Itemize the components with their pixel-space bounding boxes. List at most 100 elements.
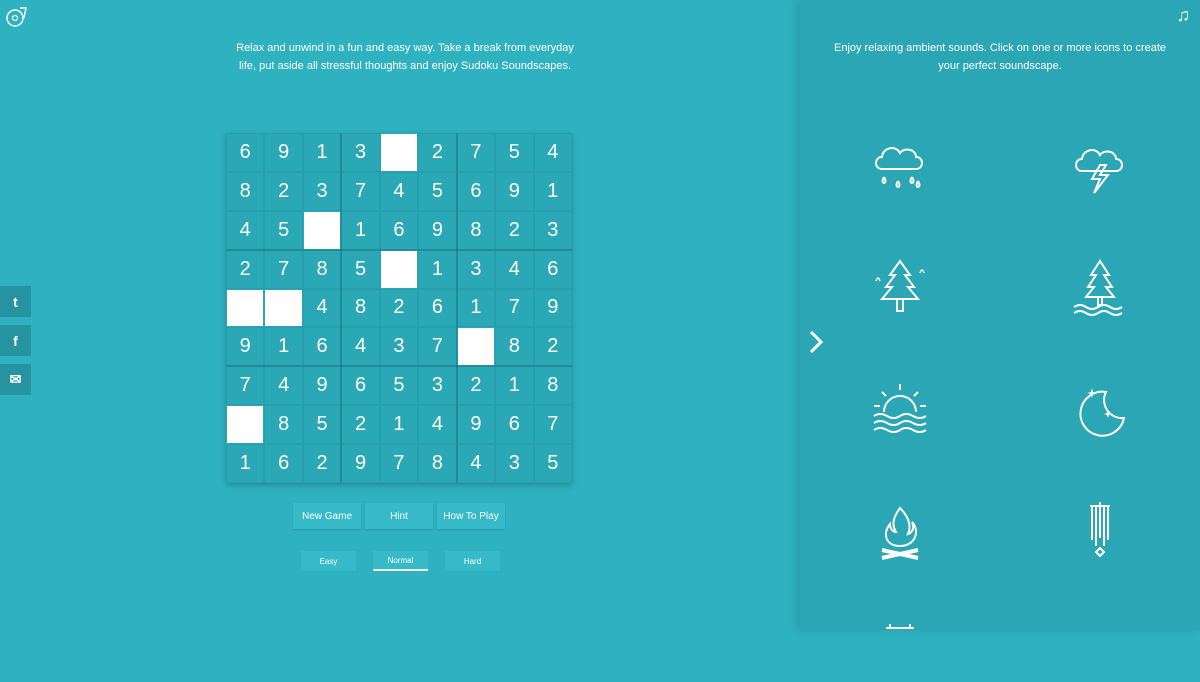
sudoku-cell[interactable]: 4 [264, 366, 303, 406]
sudoku-cell-empty[interactable] [380, 250, 418, 288]
sudoku-cell[interactable]: 4 [418, 405, 457, 445]
sudoku-cell[interactable]: 8 [533, 366, 572, 406]
sudoku-cell[interactable]: 9 [418, 210, 457, 250]
sudoku-cell[interactable]: 4 [341, 327, 380, 367]
sudoku-cell[interactable]: 9 [495, 171, 534, 211]
sudoku-cell[interactable]: 7 [495, 288, 534, 328]
sudoku-cell[interactable]: 6 [495, 405, 534, 445]
chime-bar-icon[interactable] [868, 618, 932, 682]
sudoku-cell[interactable]: 5 [495, 133, 534, 172]
sudoku-cell-empty[interactable] [227, 406, 264, 444]
lake-forest-icon[interactable] [1068, 255, 1132, 319]
sudoku-cell-empty[interactable] [265, 289, 302, 327]
sudoku-cell[interactable]: 7 [456, 133, 496, 172]
new-game-button[interactable]: New Game [293, 503, 361, 529]
sudoku-cell[interactable]: 3 [379, 327, 419, 367]
sudoku-cell[interactable]: 9 [341, 444, 380, 483]
sudoku-cell[interactable]: 1 [341, 210, 380, 250]
sudoku-cell[interactable]: 6 [533, 249, 572, 289]
thunderstorm-icon[interactable] [1068, 135, 1132, 199]
sudoku-cell[interactable]: 8 [226, 171, 265, 211]
sudoku-cell[interactable]: 7 [226, 366, 265, 406]
sudoku-cell[interactable]: 5 [379, 366, 419, 406]
wind-chimes-icon[interactable] [1068, 500, 1132, 564]
sudoku-cell[interactable]: 8 [418, 444, 457, 483]
sudoku-cell[interactable]: 5 [341, 249, 380, 289]
hint-button[interactable]: Hint [365, 503, 433, 529]
sudoku-cell-empty[interactable] [457, 328, 495, 366]
sudoku-cell[interactable]: 8 [341, 288, 380, 328]
sudoku-cell[interactable]: 5 [533, 444, 572, 483]
rain-icon[interactable] [868, 135, 932, 199]
campfire-icon[interactable] [868, 500, 932, 564]
sudoku-cell[interactable]: 6 [302, 327, 342, 367]
level-easy-button[interactable]: Easy [301, 551, 356, 571]
sudoku-cell[interactable]: 1 [226, 444, 265, 483]
sudoku-cell[interactable]: 6 [264, 444, 303, 483]
sudoku-cell[interactable]: 4 [379, 171, 419, 211]
sudoku-cell[interactable]: 1 [418, 249, 457, 289]
sudoku-cell[interactable]: 1 [379, 405, 419, 445]
sudoku-cell[interactable]: 6 [456, 171, 496, 211]
sudoku-cell[interactable]: 1 [456, 288, 496, 328]
sudoku-cell[interactable]: 2 [456, 366, 496, 406]
sudoku-cell[interactable]: 1 [533, 171, 572, 211]
forest-birds-icon[interactable] [868, 255, 932, 319]
sudoku-cell[interactable]: 1 [302, 133, 342, 172]
sudoku-cell[interactable]: 2 [533, 327, 572, 367]
sudoku-cell[interactable]: 5 [418, 171, 457, 211]
email-share-button[interactable]: ✉ [0, 364, 31, 395]
sudoku-cell[interactable]: 7 [533, 405, 572, 445]
chevron-right-icon[interactable] [807, 328, 825, 356]
sudoku-cell[interactable]: 2 [302, 444, 342, 483]
sudoku-cell[interactable]: 2 [418, 133, 457, 172]
sudoku-cell[interactable]: 7 [379, 444, 419, 483]
sudoku-cell[interactable]: 3 [495, 444, 534, 483]
ocean-sunset-icon[interactable] [868, 378, 932, 442]
sudoku-cell[interactable]: 2 [495, 210, 534, 250]
sudoku-cell-empty[interactable] [303, 211, 341, 249]
sudoku-cell[interactable]: 8 [264, 405, 303, 445]
facebook-share-button[interactable]: f [0, 325, 31, 356]
sudoku-cell[interactable]: 1 [495, 366, 534, 406]
sudoku-cell[interactable]: 2 [379, 288, 419, 328]
sudoku-cell-empty[interactable] [380, 134, 418, 171]
sudoku-cell[interactable]: 3 [302, 171, 342, 211]
sudoku-cell[interactable]: 3 [456, 249, 496, 289]
music-note-icon[interactable]: ♫ [1177, 6, 1191, 24]
sudoku-cell[interactable]: 9 [264, 133, 303, 172]
sudoku-cell[interactable]: 9 [302, 366, 342, 406]
sudoku-cell[interactable]: 3 [533, 210, 572, 250]
sudoku-cell[interactable]: 4 [302, 288, 342, 328]
sudoku-cell[interactable]: 2 [226, 249, 265, 289]
sudoku-cell[interactable]: 5 [264, 210, 303, 250]
sudoku-cell[interactable]: 9 [533, 288, 572, 328]
sudoku-cell[interactable]: 8 [495, 327, 534, 367]
sudoku-cell[interactable]: 5 [302, 405, 342, 445]
sudoku-cell[interactable]: 9 [456, 405, 496, 445]
sudoku-cell[interactable]: 2 [341, 405, 380, 445]
level-hard-button[interactable]: Hard [445, 551, 500, 571]
sudoku-cell[interactable]: 3 [341, 133, 380, 172]
sudoku-cell[interactable]: 9 [226, 327, 265, 367]
sudoku-cell[interactable]: 8 [302, 249, 342, 289]
sudoku-cell[interactable]: 7 [418, 327, 457, 367]
sudoku-cell[interactable]: 6 [226, 133, 265, 172]
logo-icon[interactable] [6, 6, 28, 28]
sudoku-cell-empty[interactable] [227, 289, 264, 327]
sudoku-cell[interactable]: 6 [379, 210, 419, 250]
sudoku-cell[interactable]: 4 [226, 210, 265, 250]
sudoku-cell[interactable]: 1 [264, 327, 303, 367]
sudoku-cell[interactable]: 3 [418, 366, 457, 406]
sudoku-cell[interactable]: 2 [264, 171, 303, 211]
sudoku-cell[interactable]: 4 [456, 444, 496, 483]
sudoku-cell[interactable]: 6 [341, 366, 380, 406]
night-moon-icon[interactable] [1068, 378, 1132, 442]
sudoku-cell[interactable]: 6 [418, 288, 457, 328]
sudoku-cell[interactable]: 7 [264, 249, 303, 289]
sudoku-cell[interactable]: 8 [456, 210, 496, 250]
sudoku-cell[interactable]: 4 [495, 249, 534, 289]
sudoku-cell[interactable]: 4 [533, 133, 572, 172]
twitter-share-button[interactable]: t [0, 286, 31, 317]
how-to-play-button[interactable]: How To Play [437, 503, 505, 529]
